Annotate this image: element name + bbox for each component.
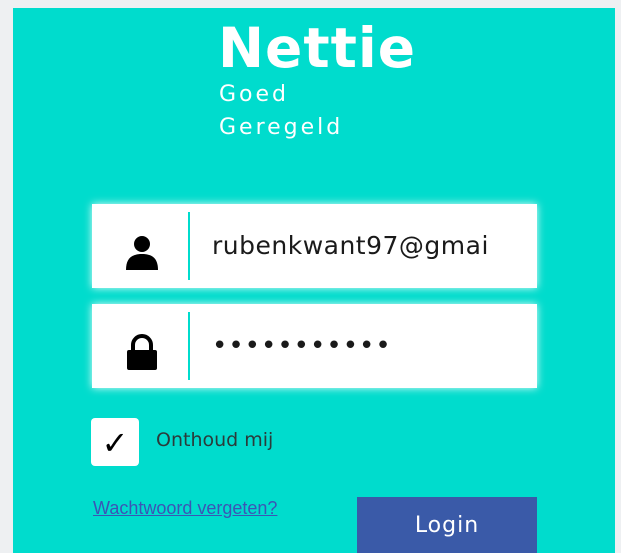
email-field[interactable]: rubenkwant97@gmai bbox=[92, 204, 537, 288]
email-input[interactable]: rubenkwant97@gmai bbox=[212, 204, 525, 288]
login-button[interactable]: Login bbox=[357, 497, 537, 553]
field-divider bbox=[188, 212, 190, 280]
check-icon: ✓ bbox=[101, 424, 129, 462]
brand-tagline-line2: Geregeld bbox=[219, 115, 344, 140]
user-icon bbox=[122, 232, 162, 272]
remember-me-checkbox[interactable]: ✓ bbox=[91, 418, 139, 466]
login-panel: Nettie Goed Geregeld rubenkwant97@gmai •… bbox=[13, 8, 615, 553]
field-divider bbox=[188, 312, 190, 380]
password-input[interactable]: ••••••••••• bbox=[212, 304, 525, 388]
brand-name: Nettie bbox=[218, 16, 417, 80]
brand-logo: Nettie Goed Geregeld bbox=[218, 18, 416, 144]
brand-tagline-line1: Goed bbox=[219, 82, 290, 107]
remember-me-label: Onthoud mij bbox=[156, 429, 274, 451]
password-field[interactable]: ••••••••••• bbox=[92, 304, 537, 388]
lock-icon bbox=[122, 332, 162, 372]
forgot-password-link[interactable]: Wachtwoord vergeten? bbox=[93, 498, 277, 519]
